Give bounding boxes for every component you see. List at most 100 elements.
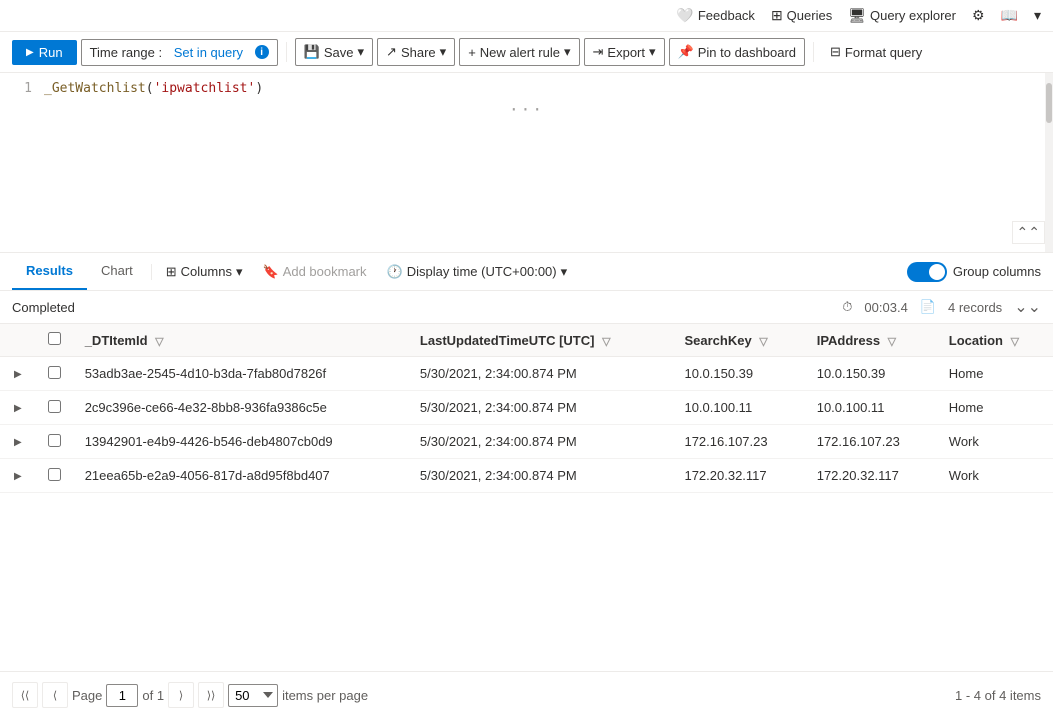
cell-location: Work	[937, 425, 1053, 459]
items-per-page-select[interactable]: 10 25 50 100	[228, 684, 278, 707]
of-label: of 1	[142, 688, 164, 703]
check-cell	[36, 459, 73, 493]
clock-icon: 🕐	[387, 264, 403, 280]
prev-page-button[interactable]: ⟨	[42, 682, 68, 708]
cell-dtitemid: 53adb3ae-2545-4d10-b3da-7fab80d7826f	[73, 357, 408, 391]
expand-col-header	[0, 324, 36, 357]
help-button[interactable]: 📖	[1001, 7, 1018, 24]
table-row: ▶ 21eea65b-e2a9-4056-817d-a8d95f8bd407 5…	[0, 459, 1053, 493]
play-icon: ▶	[26, 47, 34, 58]
format-query-button[interactable]: ⊟ Format query	[822, 39, 930, 65]
check-cell	[36, 357, 73, 391]
col-header-lastupdated[interactable]: LastUpdatedTimeUTC [UTC] ▽	[408, 324, 673, 357]
export-icon: ⇥	[593, 44, 604, 60]
row-checkbox[interactable]	[48, 366, 61, 379]
tab-chart[interactable]: Chart	[87, 253, 147, 290]
run-button[interactable]: ▶ Run	[12, 40, 77, 65]
table-row: ▶ 53adb3ae-2545-4d10-b3da-7fab80d7826f 5…	[0, 357, 1053, 391]
filter-icon: ▽	[602, 336, 610, 348]
cell-dtitemid: 2c9c396e-ce66-4e32-8bb8-936fa9386c5e	[73, 391, 408, 425]
save-button[interactable]: 💾 Save ▾	[295, 38, 373, 66]
time-value: 00:03.4	[864, 300, 907, 315]
chevron-down-icon: ▾	[564, 44, 571, 60]
feedback-button[interactable]: 🤍 Feedback	[676, 7, 755, 24]
more-button[interactable]: ▾	[1034, 7, 1041, 24]
table-row: ▶ 2c9c396e-ce66-4e32-8bb8-936fa9386c5e 5…	[0, 391, 1053, 425]
check-col-header	[36, 324, 73, 357]
save-icon: 💾	[304, 44, 320, 60]
share-button[interactable]: ↗ Share ▾	[377, 38, 455, 66]
col-header-dtitemid[interactable]: _DTItemId ▽	[73, 324, 408, 357]
pagination-bar: ⟨⟨ ⟨ Page of 1 ⟩ ⟩⟩ 10 25 50 100 items p…	[0, 671, 1053, 718]
group-columns-toggle[interactable]	[907, 262, 947, 282]
toolbar: ▶ Run Time range : Set in query i 💾 Save…	[0, 32, 1053, 73]
editor-scrollbar[interactable]	[1045, 73, 1053, 252]
last-page-button[interactable]: ⟩⟩	[198, 682, 224, 708]
status-expand-button[interactable]: ⌄⌄	[1014, 297, 1041, 317]
pin-to-dashboard-button[interactable]: 📌 Pin to dashboard	[669, 38, 805, 66]
tab-divider	[151, 264, 152, 280]
row-checkbox[interactable]	[48, 468, 61, 481]
plus-icon: +	[468, 45, 476, 60]
cell-lastupdated: 5/30/2021, 2:34:00.874 PM	[408, 459, 673, 493]
query-editor[interactable]: 1 _GetWatchlist('ipwatchlist') ··· ⌃⌃	[0, 73, 1053, 253]
cell-searchkey: 172.16.107.23	[672, 425, 804, 459]
chevron-down-icon: ▾	[358, 44, 365, 60]
cell-location: Work	[937, 459, 1053, 493]
row-checkbox[interactable]	[48, 434, 61, 447]
queries-button[interactable]: ⊞ Queries	[771, 7, 832, 24]
chevron-down-icon: ▾	[1034, 7, 1041, 24]
table-row: ▶ 13942901-e4b9-4426-b546-deb4807cb0d9 5…	[0, 425, 1053, 459]
cell-ipaddress: 172.20.32.117	[805, 459, 937, 493]
records-count: 4 records	[948, 300, 1002, 315]
page-label: Page	[72, 688, 102, 703]
toolbar-divider-2	[813, 42, 814, 62]
heart-icon: 🤍	[676, 7, 693, 24]
chevron-down-icon: ▾	[649, 44, 656, 60]
format-icon: ⊟	[830, 44, 841, 60]
columns-button[interactable]: ⊞ Columns ▾	[156, 258, 253, 286]
col-header-location[interactable]: Location ▽	[937, 324, 1053, 357]
row-checkbox[interactable]	[48, 400, 61, 413]
select-all-checkbox[interactable]	[48, 332, 61, 345]
info-icon: i	[255, 45, 269, 59]
add-bookmark-button[interactable]: 🔖 Add bookmark	[253, 258, 377, 286]
check-cell	[36, 425, 73, 459]
settings-button[interactable]: ⚙	[972, 7, 985, 24]
queries-icon: ⊞	[771, 7, 783, 24]
next-page-button[interactable]: ⟩	[168, 682, 194, 708]
expand-cell: ▶	[0, 459, 36, 493]
first-page-button[interactable]: ⟨⟨	[12, 682, 38, 708]
top-nav: 🤍 Feedback ⊞ Queries 🖥 Query explorer ⚙ …	[0, 0, 1053, 32]
scrollbar-thumb	[1046, 83, 1052, 123]
expand-row-button[interactable]: ▶	[12, 401, 24, 416]
timer-icon: ⏱	[842, 299, 852, 315]
editor-ellipsis: ···	[0, 96, 1053, 123]
expand-row-button[interactable]: ▶	[12, 435, 24, 450]
time-range-button[interactable]: Time range : Set in query i	[81, 39, 278, 66]
gear-icon: ⚙	[972, 7, 985, 24]
display-time-button[interactable]: 🕐 Display time (UTC+00:00) ▾	[377, 258, 578, 286]
cell-location: Home	[937, 391, 1053, 425]
cell-lastupdated: 5/30/2021, 2:34:00.874 PM	[408, 425, 673, 459]
cell-dtitemid: 21eea65b-e2a9-4056-817d-a8d95f8bd407	[73, 459, 408, 493]
expand-row-button[interactable]: ▶	[12, 367, 24, 382]
export-button[interactable]: ⇥ Export ▾	[584, 38, 665, 66]
expand-row-button[interactable]: ▶	[12, 469, 24, 484]
columns-icon: ⊞	[166, 264, 177, 280]
new-alert-rule-button[interactable]: + New alert rule ▾	[459, 38, 579, 66]
collapse-editor-button[interactable]: ⌃⌃	[1012, 221, 1045, 244]
query-explorer-button[interactable]: 🖥 Query explorer	[848, 7, 956, 24]
expand-cell: ▶	[0, 425, 36, 459]
line-number: 1	[8, 81, 32, 96]
code-line: _GetWatchlist('ipwatchlist')	[44, 81, 263, 96]
filter-icon: ▽	[1011, 336, 1019, 348]
tab-results[interactable]: Results	[12, 253, 87, 290]
cell-dtitemid: 13942901-e4b9-4426-b546-deb4807cb0d9	[73, 425, 408, 459]
page-number-input[interactable]	[106, 684, 138, 707]
cell-lastupdated: 5/30/2021, 2:34:00.874 PM	[408, 357, 673, 391]
col-header-searchkey[interactable]: SearchKey ▽	[672, 324, 804, 357]
status-completed: Completed	[12, 300, 75, 315]
records-icon: 📄	[920, 299, 936, 315]
col-header-ipaddress[interactable]: IPAddress ▽	[805, 324, 937, 357]
